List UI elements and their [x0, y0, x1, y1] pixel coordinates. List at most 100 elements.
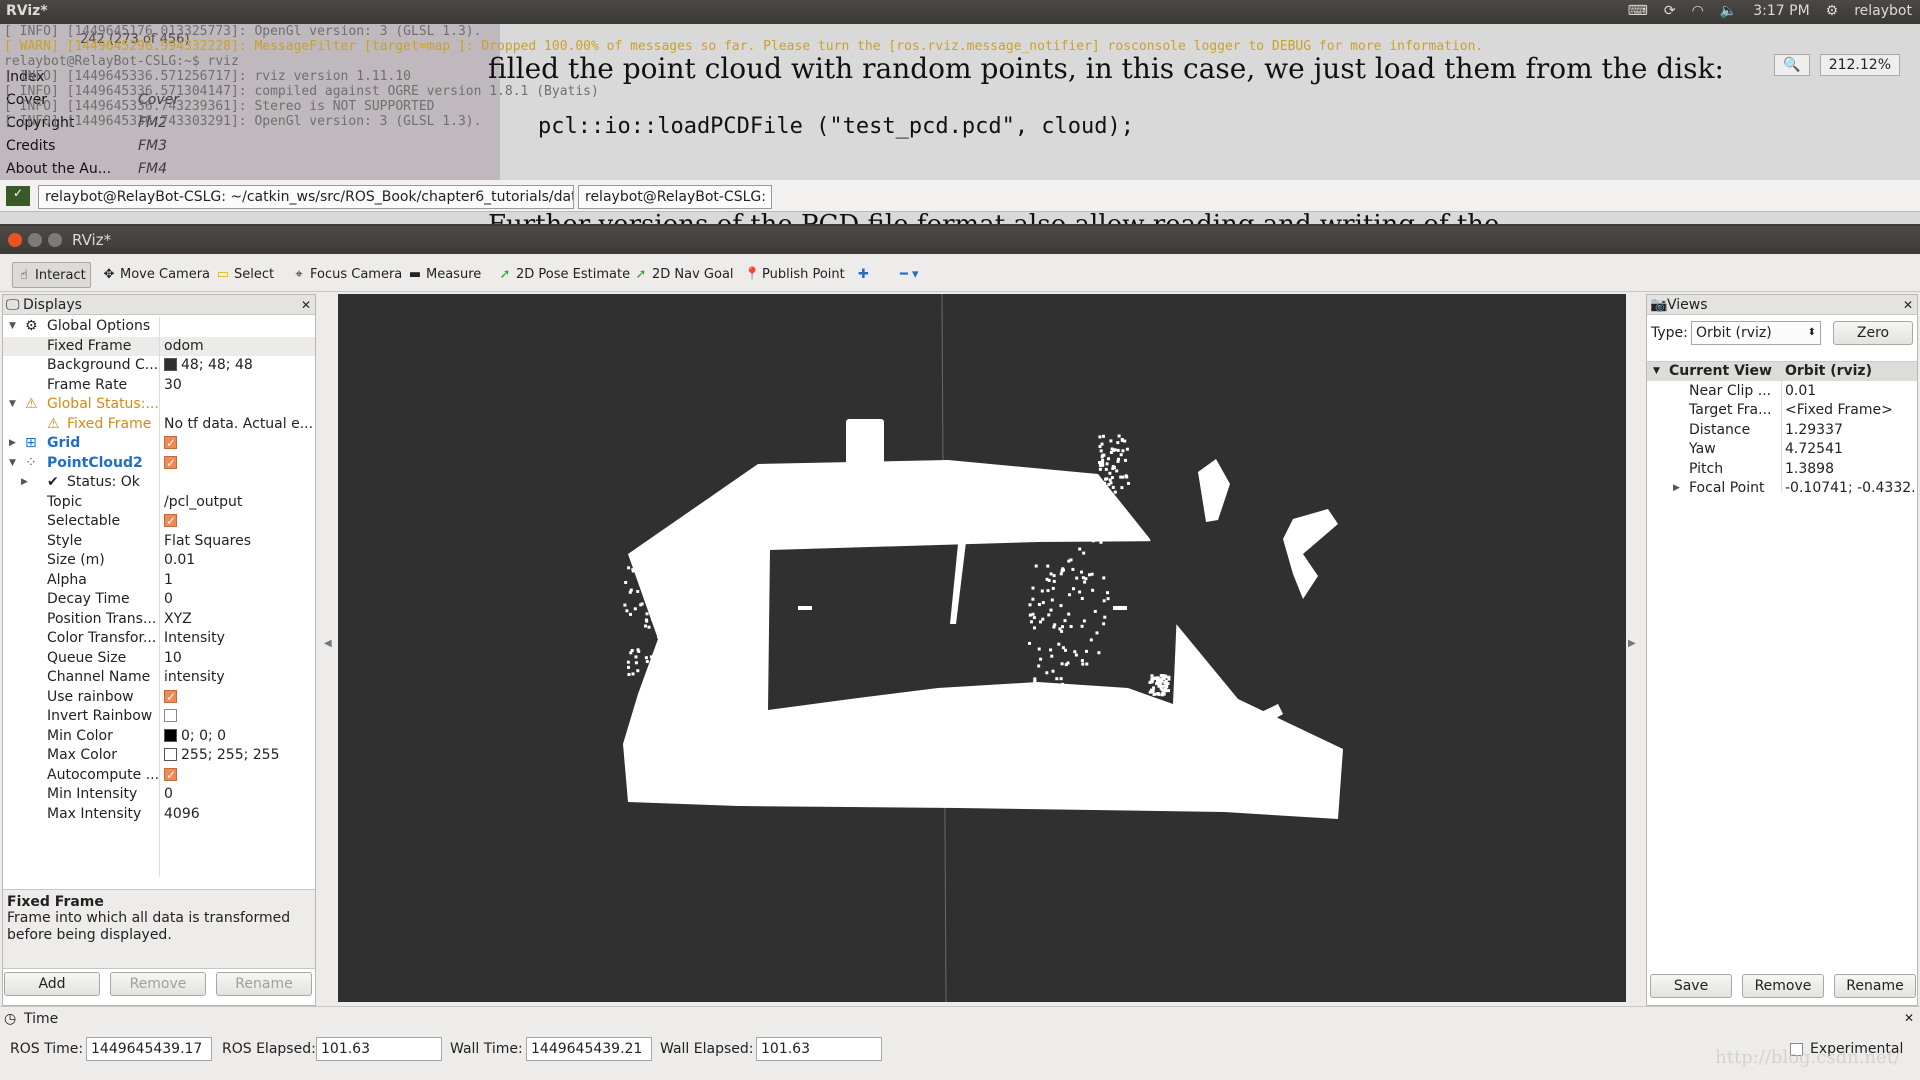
- add-display-button[interactable]: Add: [4, 972, 100, 996]
- collapse-arrow-icon[interactable]: ▼: [9, 395, 16, 414]
- property-value-text: Flat Squares: [164, 532, 252, 549]
- property-value[interactable]: Flat Squares: [164, 532, 314, 551]
- cloud-point: [1167, 689, 1170, 693]
- settings-gear-icon[interactable]: ⚙: [1826, 3, 1839, 19]
- property-value[interactable]: 4096: [164, 805, 314, 824]
- move-camera-tool-button[interactable]: ✥ Move Camera: [98, 262, 214, 288]
- remove-tool-dropdown-icon[interactable]: ━ ▾: [896, 262, 922, 288]
- remove-display-button[interactable]: Remove: [110, 972, 206, 996]
- view-type-select[interactable]: Orbit (rviz) ⬍: [1691, 321, 1821, 345]
- rename-view-button[interactable]: Rename: [1834, 974, 1916, 998]
- nav-goal-tool-button[interactable]: ➚ 2D Nav Goal: [630, 262, 738, 288]
- search-icon[interactable]: 🔍: [1774, 54, 1810, 76]
- property-value[interactable]: 4.72541: [1785, 440, 1915, 459]
- pose-estimate-tool-button[interactable]: ➚ 2D Pose Estimate: [494, 262, 634, 288]
- property-value[interactable]: Intensity: [164, 629, 314, 648]
- property-name: Target Fra...: [1689, 402, 1772, 418]
- wifi-icon[interactable]: ◠: [1692, 3, 1704, 19]
- property-value[interactable]: 255; 255; 255: [164, 746, 314, 765]
- measure-tool-button[interactable]: ▬ Measure: [404, 262, 485, 288]
- enabled-checkbox[interactable]: [164, 709, 177, 722]
- publish-point-tool-button[interactable]: 📍 Publish Point: [740, 262, 849, 288]
- property-value[interactable]: 0; 0; 0: [164, 727, 314, 746]
- expand-arrow-icon[interactable]: ▶: [9, 434, 16, 453]
- zero-view-button[interactable]: Zero: [1833, 321, 1913, 345]
- add-tool-plus-icon[interactable]: ✚: [854, 262, 873, 288]
- expand-arrow-icon[interactable]: ▶: [21, 473, 28, 492]
- view-property-row[interactable]: Near Clip ... 0.01: [1647, 382, 1917, 401]
- property-value[interactable]: XYZ: [164, 610, 314, 629]
- property-value[interactable]: 0: [164, 590, 314, 609]
- maximize-window-button[interactable]: [48, 233, 62, 247]
- left-splitter-handle[interactable]: ◀: [324, 638, 332, 649]
- property-value[interactable]: /pcl_output: [164, 493, 314, 512]
- color-swatch[interactable]: [164, 748, 177, 761]
- collapse-arrow-icon[interactable]: ▼: [9, 454, 16, 473]
- collapse-arrow-icon[interactable]: ▼: [1653, 362, 1660, 381]
- view-property-row[interactable]: Distance 1.29337: [1647, 421, 1917, 440]
- rename-display-button[interactable]: Rename: [216, 972, 312, 996]
- focus-camera-tool-button[interactable]: ⌖ Focus Camera: [288, 262, 406, 288]
- property-value[interactable]: [164, 454, 314, 473]
- enabled-checkbox[interactable]: [164, 688, 177, 707]
- enabled-checkbox[interactable]: [164, 512, 177, 531]
- property-value[interactable]: odom: [164, 337, 314, 356]
- property-value[interactable]: intensity: [164, 668, 314, 687]
- zoom-select[interactable]: 212.12%: [1819, 54, 1900, 76]
- property-value[interactable]: [164, 512, 314, 531]
- color-swatch[interactable]: [164, 728, 177, 742]
- enabled-checkbox[interactable]: [164, 454, 177, 473]
- property-value[interactable]: 1: [164, 571, 314, 590]
- interact-tool-button[interactable]: ☝ Interact: [12, 262, 91, 288]
- property-value[interactable]: 30: [164, 376, 314, 395]
- property-value[interactable]: [164, 707, 314, 726]
- clock[interactable]: 3:17 PM: [1753, 3, 1809, 19]
- terminal-tab-2[interactable]: relaybot@RelayBot-CSLG: ~: [578, 185, 772, 209]
- terminal-app-icon[interactable]: ✓: [6, 186, 30, 206]
- property-value[interactable]: 1.29337: [1785, 421, 1915, 440]
- property-value[interactable]: 10: [164, 649, 314, 668]
- property-value[interactable]: 0.01: [1785, 382, 1915, 401]
- wall-time-field[interactable]: 1449645439.21: [526, 1037, 652, 1061]
- view-property-row[interactable]: Pitch 1.3898: [1647, 460, 1917, 479]
- view-property-row[interactable]: Target Fra... <Fixed Frame>: [1647, 401, 1917, 420]
- user-name[interactable]: relaybot: [1854, 3, 1912, 19]
- property-value[interactable]: 48; 48; 48: [164, 356, 314, 375]
- cloud-point: [636, 669, 640, 673]
- enabled-checkbox[interactable]: [164, 434, 177, 453]
- property-value[interactable]: 1.3898: [1785, 460, 1915, 479]
- property-value[interactable]: [164, 766, 314, 785]
- save-view-button[interactable]: Save: [1650, 974, 1732, 998]
- expand-arrow-icon[interactable]: ▶: [1673, 479, 1680, 498]
- property-value[interactable]: 0: [164, 785, 314, 804]
- remove-view-button[interactable]: Remove: [1742, 974, 1824, 998]
- view-property-row[interactable]: ▶ Focal Point -0.10741; -0.4332...: [1647, 479, 1917, 498]
- close-icon[interactable]: ✕: [1903, 295, 1913, 315]
- 3d-render-viewport[interactable]: [338, 294, 1626, 1002]
- collapse-arrow-icon[interactable]: ▼: [9, 317, 16, 336]
- keyboard-icon[interactable]: ⌨: [1628, 3, 1648, 19]
- property-value[interactable]: [164, 688, 314, 707]
- ros-time-field[interactable]: 1449645439.17: [86, 1037, 212, 1061]
- property-value[interactable]: No tf data. Actual e...: [164, 415, 314, 434]
- view-property-row[interactable]: Yaw 4.72541: [1647, 440, 1917, 459]
- cloud-point: [652, 723, 656, 727]
- close-window-button[interactable]: [8, 233, 22, 247]
- ros-elapsed-field[interactable]: 101.63: [316, 1037, 442, 1061]
- close-icon[interactable]: ✕: [301, 295, 311, 315]
- close-icon[interactable]: ✕: [1904, 1011, 1914, 1025]
- property-value[interactable]: <Fixed Frame>: [1785, 401, 1915, 420]
- property-value[interactable]: 0.01: [164, 551, 314, 570]
- terminal-tab-1[interactable]: relaybot@RelayBot-CSLG: ~/catkin_ws/src/…: [38, 185, 574, 209]
- sync-icon[interactable]: ⟳: [1664, 3, 1676, 19]
- select-tool-button[interactable]: ▭ Select: [212, 262, 278, 288]
- color-swatch[interactable]: [164, 358, 177, 371]
- minimize-window-button[interactable]: [28, 233, 42, 247]
- current-view-row[interactable]: ▼ Current View Orbit (rviz): [1647, 362, 1917, 381]
- property-value[interactable]: [164, 434, 314, 453]
- right-splitter-handle[interactable]: ▶: [1628, 638, 1636, 649]
- volume-icon[interactable]: 🔈: [1720, 3, 1737, 19]
- property-value[interactable]: -0.10741; -0.4332...: [1785, 479, 1915, 498]
- enabled-checkbox[interactable]: [164, 766, 177, 785]
- wall-elapsed-field[interactable]: 101.63: [756, 1037, 882, 1061]
